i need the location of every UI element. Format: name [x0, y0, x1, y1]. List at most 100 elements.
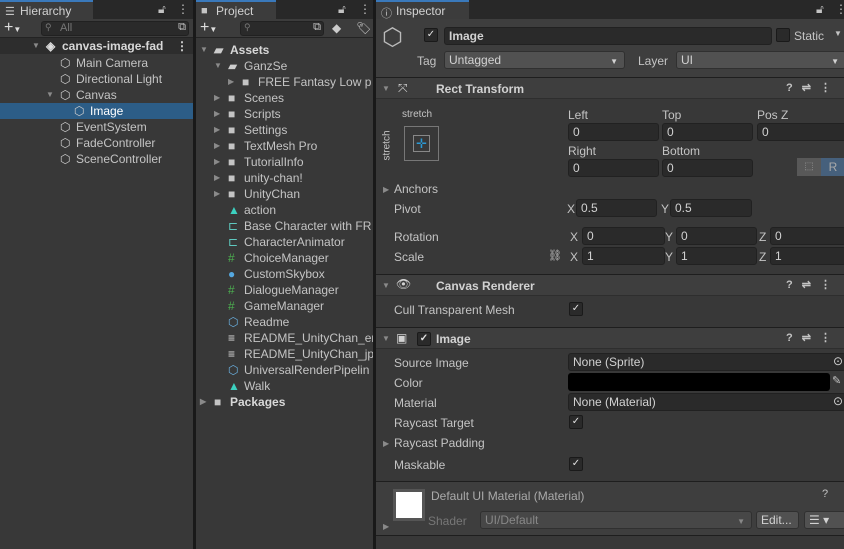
project-item[interactable]: ⬡ Readme: [196, 314, 373, 330]
rect-transform-header[interactable]: ▼ ⤧ Rect Transform ?⇌⋮: [376, 77, 844, 99]
project-item[interactable]: ▶ ■ TutorialInfo: [196, 154, 373, 170]
hierarchy-item[interactable]: ⬡ FadeController: [0, 135, 193, 151]
filter-by-label-icon[interactable]: 🏷︎: [356, 21, 371, 35]
raycast-target-checkbox[interactable]: ✓: [569, 415, 583, 429]
tab-hierarchy[interactable]: ☰ Hierarchy: [0, 0, 93, 19]
hierarchy-item[interactable]: ▼ ⬡ Canvas: [0, 87, 193, 103]
more-menu-icon[interactable]: ⋮: [176, 38, 188, 54]
scale-x-field[interactable]: 1: [582, 247, 665, 265]
project-item[interactable]: ▶ ■ Settings: [196, 122, 373, 138]
blueprint-mode-button[interactable]: ⬚: [797, 158, 821, 176]
component-actions[interactable]: ?⇌⋮: [786, 278, 840, 291]
collapse-arrow-icon[interactable]: ▶: [214, 122, 220, 138]
project-item[interactable]: ▶ ■ unity-chan!: [196, 170, 373, 186]
lock-icon[interactable]: 🔓︎: [816, 2, 824, 17]
component-actions[interactable]: ?⇌⋮: [786, 81, 840, 94]
collapse-arrow-icon[interactable]: ▶: [214, 106, 220, 122]
help-icon[interactable]: ?: [786, 82, 802, 94]
lock-icon[interactable]: 🔓︎: [158, 2, 166, 17]
add-icon[interactable]: +▼: [4, 19, 21, 37]
edit-shader-button[interactable]: Edit...: [756, 511, 799, 529]
scale-z-field[interactable]: 1: [770, 247, 844, 265]
maskable-checkbox[interactable]: ✓: [569, 457, 583, 471]
project-item[interactable]: # ChoiceManager: [196, 250, 373, 266]
bottom-field[interactable]: 0: [662, 159, 753, 177]
cull-transparent-mesh-checkbox[interactable]: ✓: [569, 302, 583, 316]
collapse-arrow-icon[interactable]: ▶: [214, 90, 220, 106]
collapse-arrow-icon[interactable]: ▶: [228, 74, 234, 90]
static-dropdown-icon[interactable]: ▼: [834, 29, 842, 38]
expand-arrow-icon[interactable]: ▼: [214, 58, 222, 74]
project-search-input[interactable]: ⚲ ⧉: [240, 21, 324, 36]
hierarchy-item[interactable]: ⬡ Directional Light: [0, 71, 193, 87]
right-field[interactable]: 0: [568, 159, 659, 177]
preset-icon[interactable]: ⇌: [802, 82, 820, 94]
project-item[interactable]: ⬡ UniversalRenderPipelin: [196, 362, 373, 378]
tag-dropdown[interactable]: Untagged ▼: [444, 51, 625, 69]
hierarchy-item[interactable]: ⬡ Main Camera: [0, 55, 193, 71]
constrain-proportions-icon[interactable]: ⛓︎: [548, 249, 562, 262]
rotation-x-field[interactable]: 0: [582, 227, 665, 245]
top-field[interactable]: 0: [662, 123, 753, 141]
more-menu-icon[interactable]: ⋮: [359, 2, 371, 16]
left-field[interactable]: 0: [568, 123, 659, 141]
more-menu-icon[interactable]: ⋮: [177, 2, 189, 16]
foldout-arrow-icon[interactable]: ▼: [382, 84, 390, 93]
filter-by-type-icon[interactable]: ◆: [332, 21, 341, 35]
rotation-z-field[interactable]: 0: [770, 227, 844, 245]
project-item[interactable]: ▼ ▰ Assets: [196, 42, 373, 58]
hierarchy-item[interactable]: ⬡ Image: [0, 103, 193, 119]
material-field[interactable]: None (Material) ⊙: [568, 393, 844, 411]
shader-options-button[interactable]: ☰ ▾: [804, 511, 844, 529]
project-item[interactable]: # DialogueManager: [196, 282, 373, 298]
raycast-padding-label[interactable]: Raycast Padding: [394, 436, 485, 450]
color-field[interactable]: [568, 373, 830, 391]
project-item[interactable]: ▲ Walk: [196, 378, 373, 394]
project-item[interactable]: ⊏ CharacterAnimator: [196, 234, 373, 250]
collapse-arrow-icon[interactable]: ▶: [214, 154, 220, 170]
static-checkbox[interactable]: [776, 28, 790, 42]
tab-inspector[interactable]: ⓘ Inspector: [376, 0, 469, 20]
search-expand-icon[interactable]: ⧉: [313, 21, 321, 34]
hierarchy-item[interactable]: ⬡ EventSystem: [0, 119, 193, 135]
preset-icon[interactable]: ⇌: [802, 332, 820, 344]
pivot-x-field[interactable]: 0.5: [576, 199, 657, 217]
material-foldout-icon[interactable]: ▶: [383, 522, 389, 531]
project-item[interactable]: ⊏ Base Character with FR: [196, 218, 373, 234]
foldout-arrow-icon[interactable]: ▼: [382, 334, 390, 343]
eyedropper-icon[interactable]: ✎: [832, 374, 841, 387]
more-menu-icon[interactable]: ⋮: [820, 82, 840, 94]
anchor-presets-button[interactable]: ✛: [404, 126, 439, 161]
image-component-header[interactable]: ▼ ▣ ✓ Image ?⇌⋮: [376, 327, 844, 349]
foldout-arrow-icon[interactable]: ▼: [382, 281, 390, 290]
more-menu-icon[interactable]: ⋮: [820, 332, 840, 344]
expand-arrow-icon[interactable]: ▼: [46, 87, 54, 103]
collapse-arrow-icon[interactable]: ▶: [214, 170, 220, 186]
layer-dropdown[interactable]: UI ▼: [676, 51, 844, 69]
scale-y-field[interactable]: 1: [676, 247, 757, 265]
project-item[interactable]: ≡ README_UnityChan_en: [196, 330, 373, 346]
project-item[interactable]: ▶ ■ Scenes: [196, 90, 373, 106]
hierarchy-search-input[interactable]: ⚲ All ⧉: [41, 21, 189, 36]
gameobject-cube-icon[interactable]: ⬡: [382, 23, 403, 52]
project-item[interactable]: ≡ README_UnityChan_jp: [196, 346, 373, 362]
shader-dropdown[interactable]: UI/Default ▼: [480, 511, 752, 529]
lock-icon[interactable]: 🔓︎: [338, 2, 346, 17]
more-menu-icon[interactable]: ⋮: [820, 279, 840, 291]
raw-edit-button[interactable]: R: [821, 158, 844, 176]
project-item[interactable]: # GameManager: [196, 298, 373, 314]
help-icon[interactable]: ?: [786, 332, 802, 344]
object-picker-icon[interactable]: ⊙: [833, 394, 843, 409]
canvas-renderer-header[interactable]: ▼ 👁︎ Canvas Renderer ?⇌⋮: [376, 274, 844, 296]
component-actions[interactable]: ?⇌⋮: [786, 331, 840, 344]
object-picker-icon[interactable]: ⊙: [833, 354, 843, 369]
help-icon[interactable]: ?: [786, 279, 802, 291]
active-checkbox[interactable]: ✓: [424, 28, 438, 42]
project-item[interactable]: ● CustomSkybox: [196, 266, 373, 282]
posz-field[interactable]: 0: [757, 123, 844, 141]
project-item[interactable]: ▶ ■ FREE Fantasy Low p: [196, 74, 373, 90]
rotation-y-field[interactable]: 0: [676, 227, 757, 245]
help-icon[interactable]: ?: [822, 488, 828, 500]
preset-icon[interactable]: ⇌: [802, 279, 820, 291]
project-item[interactable]: ▶ ■ Scripts: [196, 106, 373, 122]
